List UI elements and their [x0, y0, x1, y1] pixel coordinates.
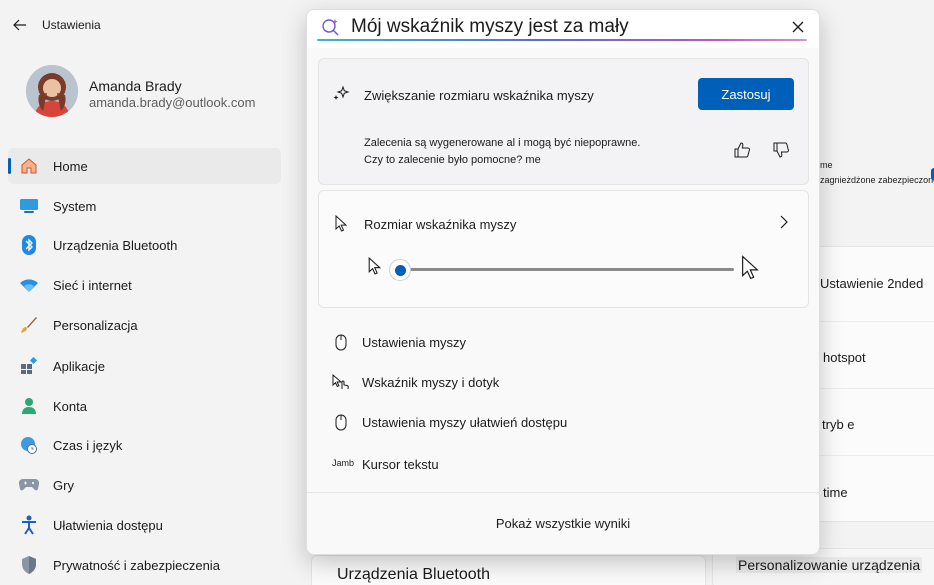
search-underline	[317, 39, 807, 41]
pointer-touch-icon	[332, 373, 350, 391]
arrow-left-icon	[13, 19, 26, 31]
result-label: Ustawienia myszy ułatwień dostępu	[362, 415, 568, 430]
result-mouse-settings[interactable]: Ustawienia myszy	[318, 325, 809, 359]
sidebar-item-label: Prywatność i zabezpieczenia	[53, 558, 220, 573]
background-row: tryb e	[822, 417, 855, 432]
thumbs-down-icon[interactable]	[770, 139, 792, 161]
sidebar-item-network[interactable]: Sieć i internet	[8, 267, 281, 303]
suggestion-title: Zwiększanie rozmiaru wskaźnika myszy	[364, 88, 594, 103]
footer-divider	[307, 492, 819, 493]
sidebar-item-apps[interactable]: Aplikacje	[8, 348, 281, 384]
ai-disclaimer: Zalecenia są wygenerowane al i mogą być …	[364, 137, 641, 166]
sparkle-icon	[332, 85, 350, 103]
app-title: Ustawienia	[42, 18, 101, 32]
profile-name: Amanda Brady	[89, 78, 182, 94]
pointer-icon	[335, 214, 349, 233]
close-icon	[792, 21, 804, 33]
sidebar-item-label: Gry	[53, 478, 74, 493]
bluetooth-card-title: Urządzenia Bluetooth	[337, 566, 490, 583]
sidebar-item-privacy[interactable]: Prywatność i zabezpieczenia	[8, 547, 281, 583]
sidebar-item-system[interactable]: System	[8, 188, 281, 224]
system-icon	[19, 196, 39, 216]
sidebar-item-time-language[interactable]: Czas i język	[8, 427, 281, 463]
result-text-cursor[interactable]: Jamb Kursor tekstu	[318, 447, 809, 481]
sidebar-item-label: Personalizacja	[53, 318, 138, 333]
pointer-size-title: Rozmiar wskaźnika myszy	[364, 217, 517, 232]
sidebar-item-label: Czas i język	[53, 438, 123, 453]
sidebar-item-label: Konta	[53, 399, 87, 414]
sidebar-item-accessibility[interactable]: Ułatwienia dostępu	[8, 507, 281, 543]
sidebar-item-bluetooth[interactable]: Urządzenia Bluetooth	[8, 227, 281, 263]
sidebar-item-label: Urządzenia Bluetooth	[53, 238, 178, 253]
person-icon	[19, 396, 39, 416]
pointer-size-card[interactable]: Rozmiar wskaźnika myszy	[318, 190, 809, 308]
copilot-search-icon[interactable]	[321, 17, 341, 37]
background-caption: me	[820, 160, 833, 170]
sidebar-item-personalization[interactable]: Personalizacja	[8, 307, 281, 343]
sidebar-item-label: Ułatwienia dostępu	[53, 518, 163, 533]
user-profile[interactable]: Amanda Brady amanda.brady@outlook.com	[26, 64, 296, 118]
thumbs-up-icon[interactable]	[731, 139, 753, 161]
search-box[interactable]: Mój wskaźnik myszy jest za mały	[307, 10, 819, 48]
bluetooth-card: Urządzenia Bluetooth	[311, 555, 706, 585]
pointer-size-slider-thumb[interactable]	[389, 259, 411, 281]
brush-icon	[19, 315, 39, 335]
sidebar-item-home[interactable]: Home	[8, 148, 281, 184]
home-icon	[19, 156, 39, 176]
sidebar-item-gaming[interactable]: Gry	[8, 467, 281, 503]
close-button[interactable]	[787, 17, 809, 37]
clock-globe-icon	[19, 435, 39, 455]
shield-icon	[19, 555, 39, 575]
pointer-size-slider-track[interactable]	[404, 268, 734, 271]
background-caption: zagnieżdżone zabezpieczone	[820, 175, 934, 185]
sidebar-item-accounts[interactable]: Konta	[8, 388, 281, 424]
wifi-icon	[19, 275, 39, 295]
search-results-popup: Mój wskaźnik myszy jest za mały Zwiększa…	[306, 9, 820, 555]
avatar	[26, 65, 78, 117]
small-pointer-icon	[368, 256, 382, 277]
result-label: Kursor tekstu	[362, 457, 439, 472]
sidebar-item-label: Sieć i internet	[53, 278, 132, 293]
profile-email: amanda.brady@outlook.com	[89, 95, 256, 110]
sidebar-item-label: System	[53, 199, 97, 214]
result-prefix: Jamb	[332, 458, 355, 468]
apps-icon	[19, 356, 39, 376]
result-label: Ustawienia myszy	[362, 335, 467, 350]
result-accessibility-mouse[interactable]: Ustawienia myszy ułatwień dostępu	[318, 405, 809, 439]
sidebar-item-label: Home	[53, 159, 88, 174]
search-input[interactable]: Mój wskaźnik myszy jest za mały	[351, 16, 629, 38]
accessibility-icon	[19, 515, 39, 535]
background-row: hotspot	[823, 350, 866, 365]
mouse-icon	[332, 413, 350, 431]
result-pointer-touch[interactable]: Wskaźnik myszy i dotyk	[318, 365, 809, 399]
gamepad-icon	[19, 475, 39, 495]
personalize-card-title: Personalizowanie urządzenia	[736, 557, 923, 573]
bluetooth-icon	[19, 235, 39, 255]
show-all-results-link[interactable]: Pokaż wszystkie wyniki	[307, 516, 819, 531]
apply-button[interactable]: Zastosuj	[698, 78, 794, 110]
result-label: Wskaźnik myszy i dotyk	[362, 375, 500, 390]
back-button[interactable]	[10, 16, 30, 34]
large-pointer-icon	[741, 255, 761, 281]
chevron-right-icon[interactable]	[780, 215, 792, 231]
sidebar-item-label: Aplikacje	[53, 359, 106, 374]
background-row: time	[823, 485, 848, 500]
mouse-icon	[332, 333, 350, 351]
suggestion-card: Zwiększanie rozmiaru wskaźnika myszy Zas…	[318, 58, 809, 185]
background-row: Ustawienie 2nded	[820, 276, 924, 291]
